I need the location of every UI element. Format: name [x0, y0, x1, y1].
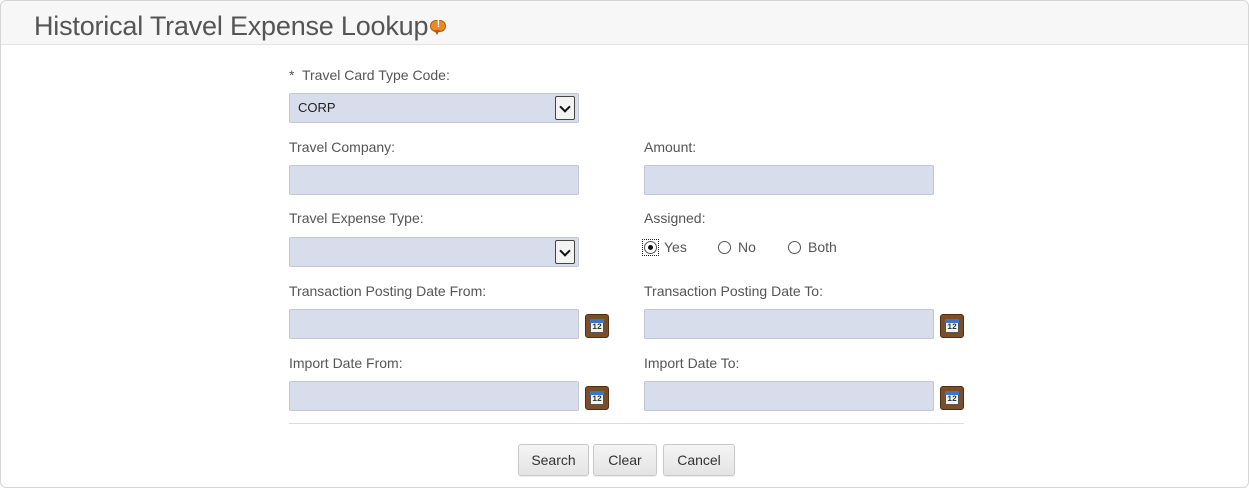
chevron-down-icon[interactable]	[555, 96, 575, 120]
expense-type-selected-value	[289, 237, 579, 267]
card-type-selected-value: CORP	[289, 93, 579, 123]
amount-label: Amount:	[644, 139, 697, 155]
required-asterisk: *	[289, 67, 295, 83]
form-divider	[289, 423, 964, 424]
posting-date-to-input[interactable]	[644, 309, 934, 339]
calendar-icon[interactable]: 12	[585, 386, 609, 410]
travel-company-label: Travel Company:	[289, 139, 396, 155]
card-type-label-text: Travel Card Type Code:	[301, 67, 450, 83]
chevron-down-icon[interactable]	[555, 240, 575, 264]
travel-company-input[interactable]	[289, 165, 579, 195]
page-title: Historical Travel Expense Lookup!	[34, 11, 447, 42]
expense-type-label: Travel Expense Type:	[289, 210, 424, 226]
search-button[interactable]: Search	[518, 444, 589, 476]
import-date-to-input[interactable]	[644, 381, 934, 411]
amount-input[interactable]	[644, 165, 934, 195]
calendar-icon-day: 12	[592, 395, 602, 404]
import-date-from-label: Import Date From:	[289, 355, 403, 371]
clear-button[interactable]: Clear	[593, 444, 657, 476]
expense-type-select[interactable]	[289, 237, 579, 267]
import-date-to-label: Import Date To:	[644, 355, 740, 371]
calendar-icon[interactable]: 12	[940, 386, 964, 410]
calendar-icon-day: 12	[947, 323, 957, 332]
radio-button-checked[interactable]	[644, 241, 657, 254]
calendar-icon-day: 12	[592, 323, 602, 332]
assigned-label: Assigned:	[644, 210, 706, 226]
card-type-select[interactable]: CORP	[289, 93, 579, 123]
assigned-option-no-label: No	[738, 239, 756, 255]
radio-button[interactable]	[718, 241, 731, 254]
posting-date-from-input[interactable]	[289, 309, 579, 339]
help-bubble-icon[interactable]: !	[430, 19, 447, 35]
cancel-button[interactable]: Cancel	[663, 444, 735, 476]
posting-date-from-label: Transaction Posting Date From:	[289, 283, 487, 299]
import-date-from-input[interactable]	[289, 381, 579, 411]
assigned-option-both-label: Both	[808, 239, 837, 255]
calendar-icon[interactable]: 12	[585, 314, 609, 338]
calendar-icon[interactable]: 12	[940, 314, 964, 338]
calendar-icon-day: 12	[947, 395, 957, 404]
page-header: Historical Travel Expense Lookup!	[1, 1, 1248, 45]
assigned-option-yes-label: Yes	[664, 239, 687, 255]
card-type-label: * Travel Card Type Code:	[289, 67, 450, 83]
posting-date-to-label: Transaction Posting Date To:	[644, 283, 823, 299]
page-title-text: Historical Travel Expense Lookup	[34, 11, 429, 41]
radio-button[interactable]	[788, 241, 801, 254]
page-frame: Historical Travel Expense Lookup! * Trav…	[0, 0, 1249, 488]
